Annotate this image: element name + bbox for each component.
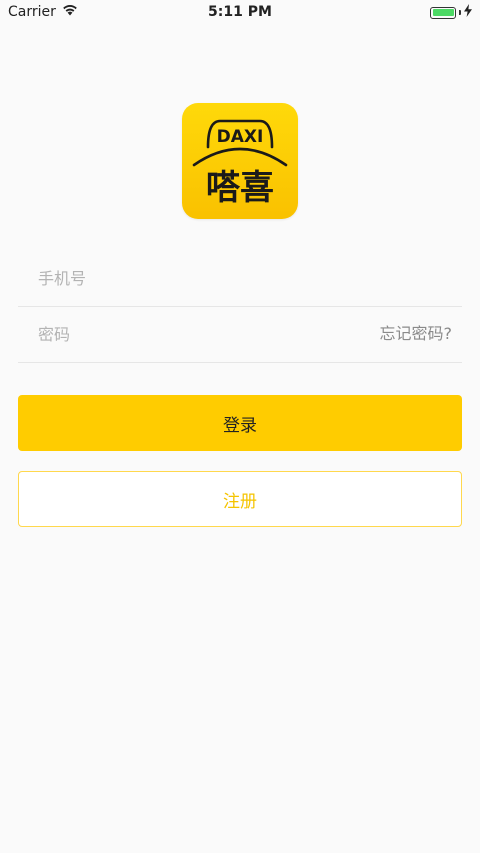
register-button-label: 注册 [223,491,257,512]
logo-text-daxi: DAXI [217,127,264,147]
daxi-logo-graphic: DAXI 嗒喜 [192,119,288,208]
password-field-row: 忘记密码? [18,307,462,363]
battery-indicator [430,4,472,21]
phone-input[interactable] [38,251,338,305]
password-input[interactable] [38,307,338,361]
battery-cap [459,10,461,15]
logo-text-chinese: 嗒喜 [206,168,274,208]
login-button-label: 登录 [223,415,257,436]
status-time: 5:11 PM [208,4,272,20]
charging-bolt-icon [464,4,472,21]
phone-field-row [18,251,462,307]
battery-icon [430,6,456,19]
app-logo: DAXI 嗒喜 [182,103,298,219]
status-bar: Carrier 5:11 PM [0,0,480,24]
login-screen: Carrier 5:11 PM DAXI 嗒喜 手机号 忘记密码? 登录 注册 [0,0,480,853]
forgot-password-link[interactable]: 忘记密码? [380,307,453,361]
register-button[interactable]: 注册 [18,471,462,527]
login-button[interactable]: 登录 [18,395,462,451]
battery-level [432,9,454,16]
